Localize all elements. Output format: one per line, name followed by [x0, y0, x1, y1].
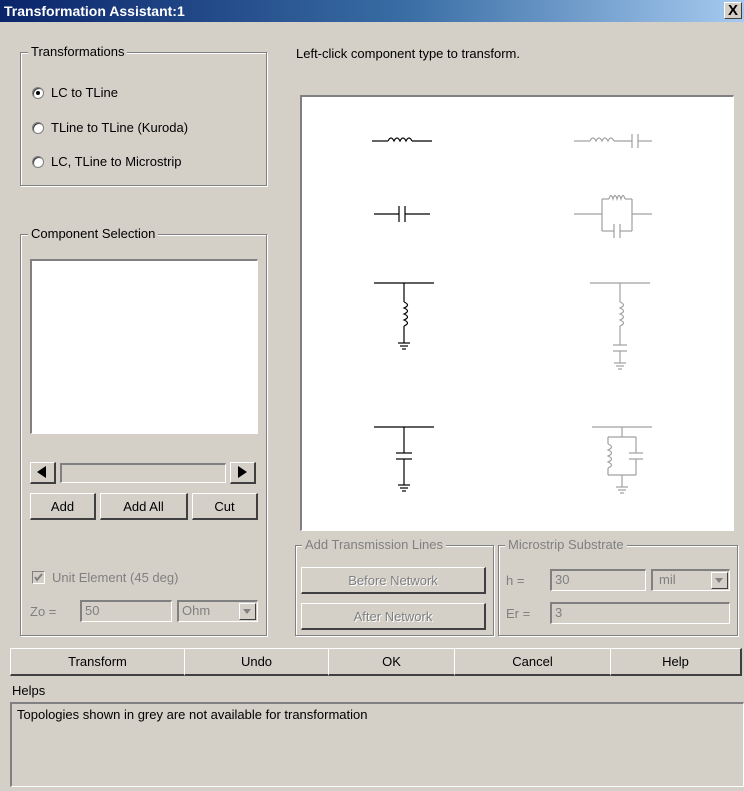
radio-label: TLine to TLine (Kuroda)	[51, 120, 189, 135]
close-button[interactable]: X	[724, 2, 742, 19]
unit-element-checkbox[interactable]	[32, 571, 45, 584]
radio-indicator	[32, 86, 44, 99]
radio-lc-tline-to-microstrip[interactable]: LC, TLine to Microstrip	[32, 154, 182, 169]
component-selection-legend: Component Selection	[28, 226, 159, 242]
topology-series-lc[interactable]	[574, 134, 652, 148]
zo-value: 50	[85, 603, 100, 618]
h-label: h =	[506, 573, 525, 588]
cancel-button[interactable]: Cancel	[454, 648, 612, 676]
h-value: 30	[555, 572, 570, 587]
h-input[interactable]: 30	[550, 569, 646, 591]
radio-label: LC to TLine	[51, 85, 118, 100]
helps-text: Topologies shown in grey are not availab…	[17, 707, 368, 722]
zo-unit-select[interactable]: Ohm	[177, 600, 258, 622]
helps-text-box: Topologies shown in grey are not availab…	[10, 702, 744, 787]
zo-unit-value: Ohm	[182, 603, 211, 618]
topology-series-inductor[interactable]	[372, 137, 432, 143]
help-button[interactable]: Help	[610, 648, 742, 676]
arrow-right-icon	[238, 466, 247, 478]
topology-shunt-parallel-lc[interactable]	[592, 426, 652, 494]
chevron-down-icon	[715, 578, 723, 583]
after-network-button[interactable]: After Network	[301, 603, 486, 630]
zo-label: Zo =	[30, 604, 57, 619]
radio-tline-to-tline[interactable]: TLine to TLine (Kuroda)	[32, 120, 188, 135]
er-input[interactable]: 3	[550, 602, 730, 624]
er-value: 3	[555, 605, 563, 620]
topology-drawing	[372, 134, 652, 494]
topology-shunt-inductor[interactable]	[374, 282, 434, 350]
radio-lc-to-tline[interactable]: LC to TLine	[32, 85, 118, 100]
window-title: Transformation Assistant:1	[4, 3, 185, 19]
h-unit-dropdown-button[interactable]	[711, 572, 728, 589]
microstrip-substrate-legend: Microstrip Substrate	[505, 537, 627, 553]
ok-button[interactable]: OK	[328, 648, 456, 676]
add-button[interactable]: Add	[30, 493, 96, 520]
add-transmission-lines-legend: Add Transmission Lines	[302, 537, 447, 553]
title-bar: Transformation Assistant:1 X	[0, 0, 744, 22]
h-unit-value: mil	[659, 572, 676, 587]
er-label: Er =	[506, 606, 531, 621]
before-network-button[interactable]: Before Network	[301, 567, 486, 594]
topology-shunt-series-lc[interactable]	[590, 282, 650, 370]
component-list[interactable]	[30, 259, 258, 434]
radio-label: LC, TLine to Microstrip	[51, 154, 182, 169]
zo-input[interactable]: 50	[80, 600, 172, 622]
topology-canvas	[300, 95, 734, 531]
undo-button[interactable]: Undo	[184, 648, 330, 676]
h-unit-select[interactable]: mil	[651, 569, 730, 591]
arrow-left-icon	[37, 466, 46, 478]
scroll-right-button[interactable]	[230, 462, 256, 484]
transform-button[interactable]: Transform	[10, 648, 186, 676]
unit-element-label: Unit Element (45 deg)	[52, 570, 179, 585]
add-all-button[interactable]: Add All	[100, 493, 188, 520]
horizontal-scrollbar-track[interactable]	[60, 463, 226, 483]
checkmark-icon	[34, 573, 43, 582]
cut-button[interactable]: Cut	[192, 493, 258, 520]
transformations-legend: Transformations	[28, 44, 128, 60]
instruction-text: Left-click component type to transform.	[296, 46, 520, 61]
zo-unit-dropdown-button[interactable]	[239, 603, 256, 620]
topology-shunt-capacitor[interactable]	[374, 426, 434, 492]
radio-indicator	[32, 121, 44, 134]
radio-indicator	[32, 155, 44, 168]
scroll-left-button[interactable]	[30, 462, 56, 484]
chevron-down-icon	[243, 609, 251, 614]
topology-parallel-lc-series[interactable]	[574, 194, 652, 239]
helps-label: Helps	[12, 683, 46, 698]
topology-series-capacitor[interactable]	[374, 206, 430, 222]
